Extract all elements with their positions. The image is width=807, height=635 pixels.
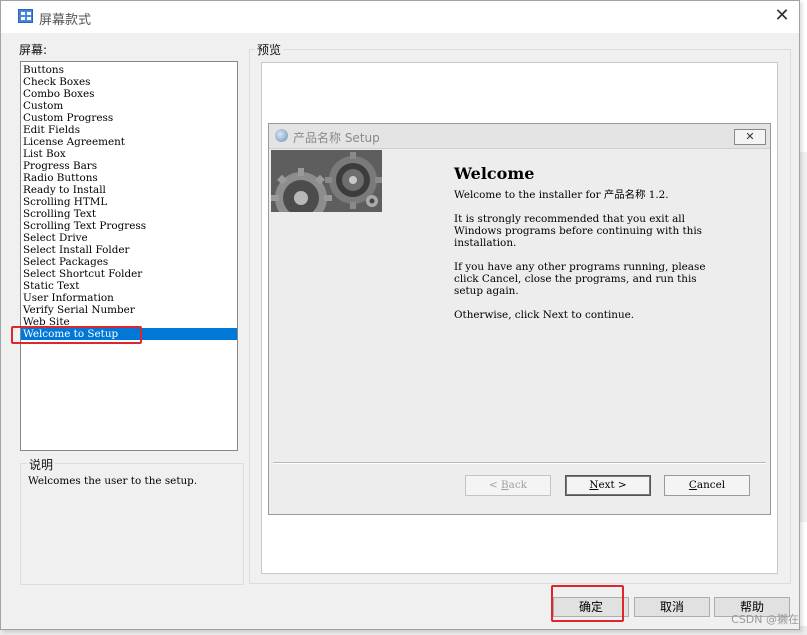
setup-back-button[interactable]: < Back: [465, 475, 551, 496]
screens-label: 屏幕:: [19, 43, 48, 57]
screen-list-item[interactable]: Select Packages: [21, 256, 237, 268]
screen-list-item[interactable]: Edit Fields: [21, 124, 237, 136]
setup-title-bar: 产品名称 Setup ✕: [269, 124, 770, 149]
screen-list-item[interactable]: Radio Buttons: [21, 172, 237, 184]
setup-cancel-button[interactable]: Cancel: [664, 475, 750, 496]
welcome-line-6: click Cancel, close the programs, and ru…: [454, 273, 697, 285]
screen-list-item[interactable]: Scrolling Text: [21, 208, 237, 220]
welcome-heading: Welcome: [454, 164, 535, 183]
app-window-icon: [18, 9, 33, 23]
screen-list-item[interactable]: Check Boxes: [21, 76, 237, 88]
installer-icon: [275, 129, 288, 142]
window-title: 屏幕款式: [39, 13, 92, 28]
watermark-text: CSDN @獭在: [731, 613, 799, 626]
screen-list-item[interactable]: Combo Boxes: [21, 88, 237, 100]
screen-style-dialog: 屏幕款式 ✕ 屏幕: Buttons Check Boxes Combo Boxes…: [0, 0, 800, 630]
highlight-box-ok-button: [551, 585, 624, 622]
screen-list-item[interactable]: License Agreement: [21, 136, 237, 148]
screen-list-item[interactable]: User Information: [21, 292, 237, 304]
screen-list-item[interactable]: Select Shortcut Folder: [21, 268, 237, 280]
close-icon[interactable]: ✕: [773, 7, 791, 25]
welcome-line-5: If you have any other programs running, …: [454, 261, 706, 273]
screen-list-item[interactable]: Buttons: [21, 64, 237, 76]
screen-list-item[interactable]: Select Drive: [21, 232, 237, 244]
cancel-button[interactable]: 取消: [634, 597, 710, 617]
screen-list-item[interactable]: Static Text: [21, 280, 237, 292]
screen-list-item[interactable]: List Box: [21, 148, 237, 160]
gears-banner-image: [271, 150, 382, 212]
setup-next-button[interactable]: Next >: [565, 475, 651, 496]
description-label: 说明: [27, 456, 56, 473]
setup-button-separator: [273, 462, 766, 464]
welcome-line-3: Windows programs before continuing with …: [454, 225, 702, 237]
screens-listbox[interactable]: Buttons Check Boxes Combo Boxes Custom Custo…: [20, 61, 238, 451]
preview-label: 预览: [255, 41, 284, 58]
screen-list-item[interactable]: Progress Bars: [21, 160, 237, 172]
screen-list-item[interactable]: Custom Progress: [21, 112, 237, 124]
title-bar: 屏幕款式 ✕: [1, 1, 799, 33]
screen-list-item[interactable]: Custom: [21, 100, 237, 112]
screen-list-item[interactable]: Select Install Folder: [21, 244, 237, 256]
welcome-line-2: It is strongly recommended that you exit…: [454, 213, 685, 225]
description-text: Welcomes the user to the setup.: [28, 475, 198, 487]
welcome-line-7: setup again.: [454, 285, 519, 297]
welcome-line-1: Welcome to the installer for 产品名称 1.2.: [454, 189, 669, 201]
welcome-line-8: Otherwise, click Next to continue.: [454, 309, 635, 321]
screen-list-item[interactable]: Scrolling HTML: [21, 196, 237, 208]
screen-list-item[interactable]: Verify Serial Number: [21, 304, 237, 316]
highlight-box-selected-screen: [11, 326, 142, 344]
setup-window-title: 产品名称 Setup: [293, 131, 380, 145]
welcome-line-4: installation.: [454, 237, 517, 249]
screen-list-item[interactable]: Scrolling Text Progress: [21, 220, 237, 232]
setup-close-button[interactable]: ✕: [734, 129, 766, 145]
screen-list-item[interactable]: Ready to Install: [21, 184, 237, 196]
setup-preview-window: 产品名称 Setup ✕ Welcome Welcome to the inst…: [268, 123, 771, 515]
